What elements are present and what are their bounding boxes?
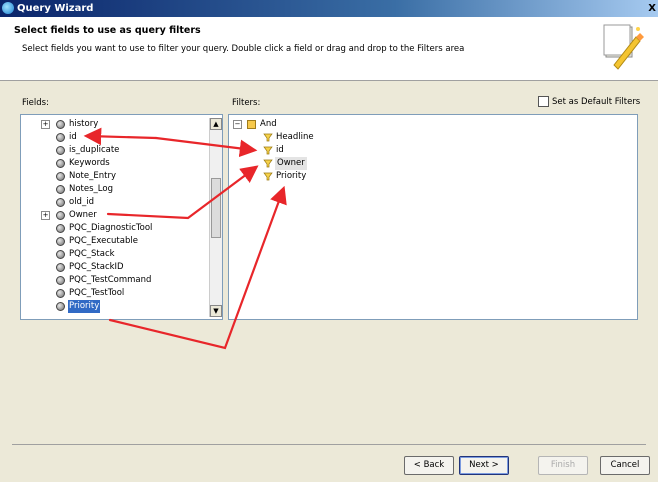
field-node-icon	[56, 302, 65, 311]
tree-item-label: id	[69, 132, 77, 142]
scroll-up-icon[interactable]: ▲	[210, 118, 222, 130]
tree-item-label: PQC_Stack	[69, 249, 115, 259]
field-node-icon	[56, 276, 65, 285]
cancel-button[interactable]: Cancel	[600, 456, 650, 475]
field-node-icon	[56, 263, 65, 272]
fields-scrollbar[interactable]: ▲ ▼	[209, 118, 222, 317]
field-node-icon	[56, 250, 65, 259]
field-node-icon	[56, 198, 65, 207]
tree-item-label: is_duplicate	[69, 145, 120, 155]
tree-item-label: old_id	[69, 197, 94, 207]
footer-divider	[12, 444, 646, 445]
window-title: Query Wizard	[17, 3, 94, 14]
tree-item-pqc-testcommand[interactable]: PQC_TestCommand	[21, 274, 207, 287]
filter-item-label: Priority	[276, 171, 307, 181]
tree-item-pqc-executable[interactable]: PQC_Executable	[21, 235, 207, 248]
default-filters-label: Set as Default Filters	[552, 97, 641, 107]
tree-item-pqc-stack[interactable]: PQC_Stack	[21, 248, 207, 261]
filter-item-label: Owner	[275, 157, 307, 170]
tree-item-keywords[interactable]: Keywords	[21, 157, 207, 170]
tree-item-label: PQC_DiagnosticTool	[69, 223, 153, 233]
filters-label: Filters:	[232, 98, 261, 108]
tree-item-label: PQC_TestTool	[69, 288, 125, 298]
field-node-icon	[56, 224, 65, 233]
checkbox-box[interactable]	[538, 96, 549, 107]
tree-item-history[interactable]: + history	[21, 118, 207, 131]
close-icon[interactable]: X	[648, 0, 656, 17]
tree-item-label: PQC_TestCommand	[69, 275, 152, 285]
filters-tree[interactable]: − And Headline id Owner Priority	[228, 114, 638, 320]
and-group-icon	[247, 120, 256, 129]
tree-item-pqc-stackid[interactable]: PQC_StackID	[21, 261, 207, 274]
next-button[interactable]: Next >	[459, 456, 509, 475]
expand-icon[interactable]: +	[41, 211, 50, 220]
tree-item-label: Notes_Log	[69, 184, 113, 194]
tree-item-label: history	[69, 119, 99, 129]
field-node-icon	[56, 211, 65, 220]
query-wizard-icon	[2, 2, 14, 14]
tree-item-label: PQC_Executable	[69, 236, 138, 246]
tree-item-pqc-diagnostictool[interactable]: PQC_DiagnosticTool	[21, 222, 207, 235]
field-node-icon	[56, 172, 65, 181]
page-description: Select fields you want to use to filter …	[22, 44, 465, 54]
tree-item-pqc-testtool[interactable]: PQC_TestTool	[21, 287, 207, 300]
tree-item-note-entry[interactable]: Note_Entry	[21, 170, 207, 183]
filter-item-label: id	[276, 145, 284, 155]
page-title: Select fields to use as query filters	[14, 25, 201, 36]
field-node-icon	[56, 120, 65, 129]
field-node-icon	[56, 133, 65, 142]
field-node-icon	[56, 289, 65, 298]
finish-button[interactable]: Finish	[538, 456, 588, 475]
field-node-icon	[56, 185, 65, 194]
filter-node-icon	[263, 159, 273, 168]
filter-node-icon	[263, 172, 273, 181]
query-wizard-window: Query Wizard X Select fields to use as q…	[0, 0, 658, 482]
tree-item-old-id[interactable]: old_id	[21, 196, 207, 209]
fields-tree[interactable]: + history id is_duplicate Keywords Note_…	[20, 114, 223, 320]
collapse-icon[interactable]: −	[233, 120, 242, 129]
expand-icon[interactable]: +	[41, 120, 50, 129]
tree-item-label: Owner	[69, 210, 97, 220]
field-node-icon	[56, 159, 65, 168]
filter-group-label: And	[260, 119, 277, 129]
filter-item-label: Headline	[276, 132, 314, 142]
title-bar: Query Wizard X	[0, 0, 658, 17]
back-button[interactable]: < Back	[404, 456, 454, 475]
filter-node-icon	[263, 133, 273, 142]
scroll-down-icon[interactable]: ▼	[210, 305, 222, 317]
tree-item-priority[interactable]: Priority	[21, 300, 207, 313]
tree-item-is-duplicate[interactable]: is_duplicate	[21, 144, 207, 157]
wizard-wand-icon	[603, 24, 644, 70]
tree-item-label: Priority	[68, 300, 101, 313]
filter-node-icon	[263, 146, 273, 155]
tree-item-owner[interactable]: + Owner	[21, 209, 207, 222]
tree-item-label: Keywords	[69, 158, 110, 168]
tree-item-label: PQC_StackID	[69, 262, 124, 272]
field-node-icon	[56, 146, 65, 155]
tree-item-id[interactable]: id	[21, 131, 207, 144]
fields-label: Fields:	[22, 98, 49, 108]
wizard-header: Select fields to use as query filters Se…	[0, 17, 658, 81]
default-filters-checkbox[interactable]: Set as Default Filters	[538, 96, 640, 107]
tree-item-notes-log[interactable]: Notes_Log	[21, 183, 207, 196]
tree-item-label: Note_Entry	[69, 171, 116, 181]
field-node-icon	[56, 237, 65, 246]
scroll-thumb[interactable]	[211, 178, 221, 238]
